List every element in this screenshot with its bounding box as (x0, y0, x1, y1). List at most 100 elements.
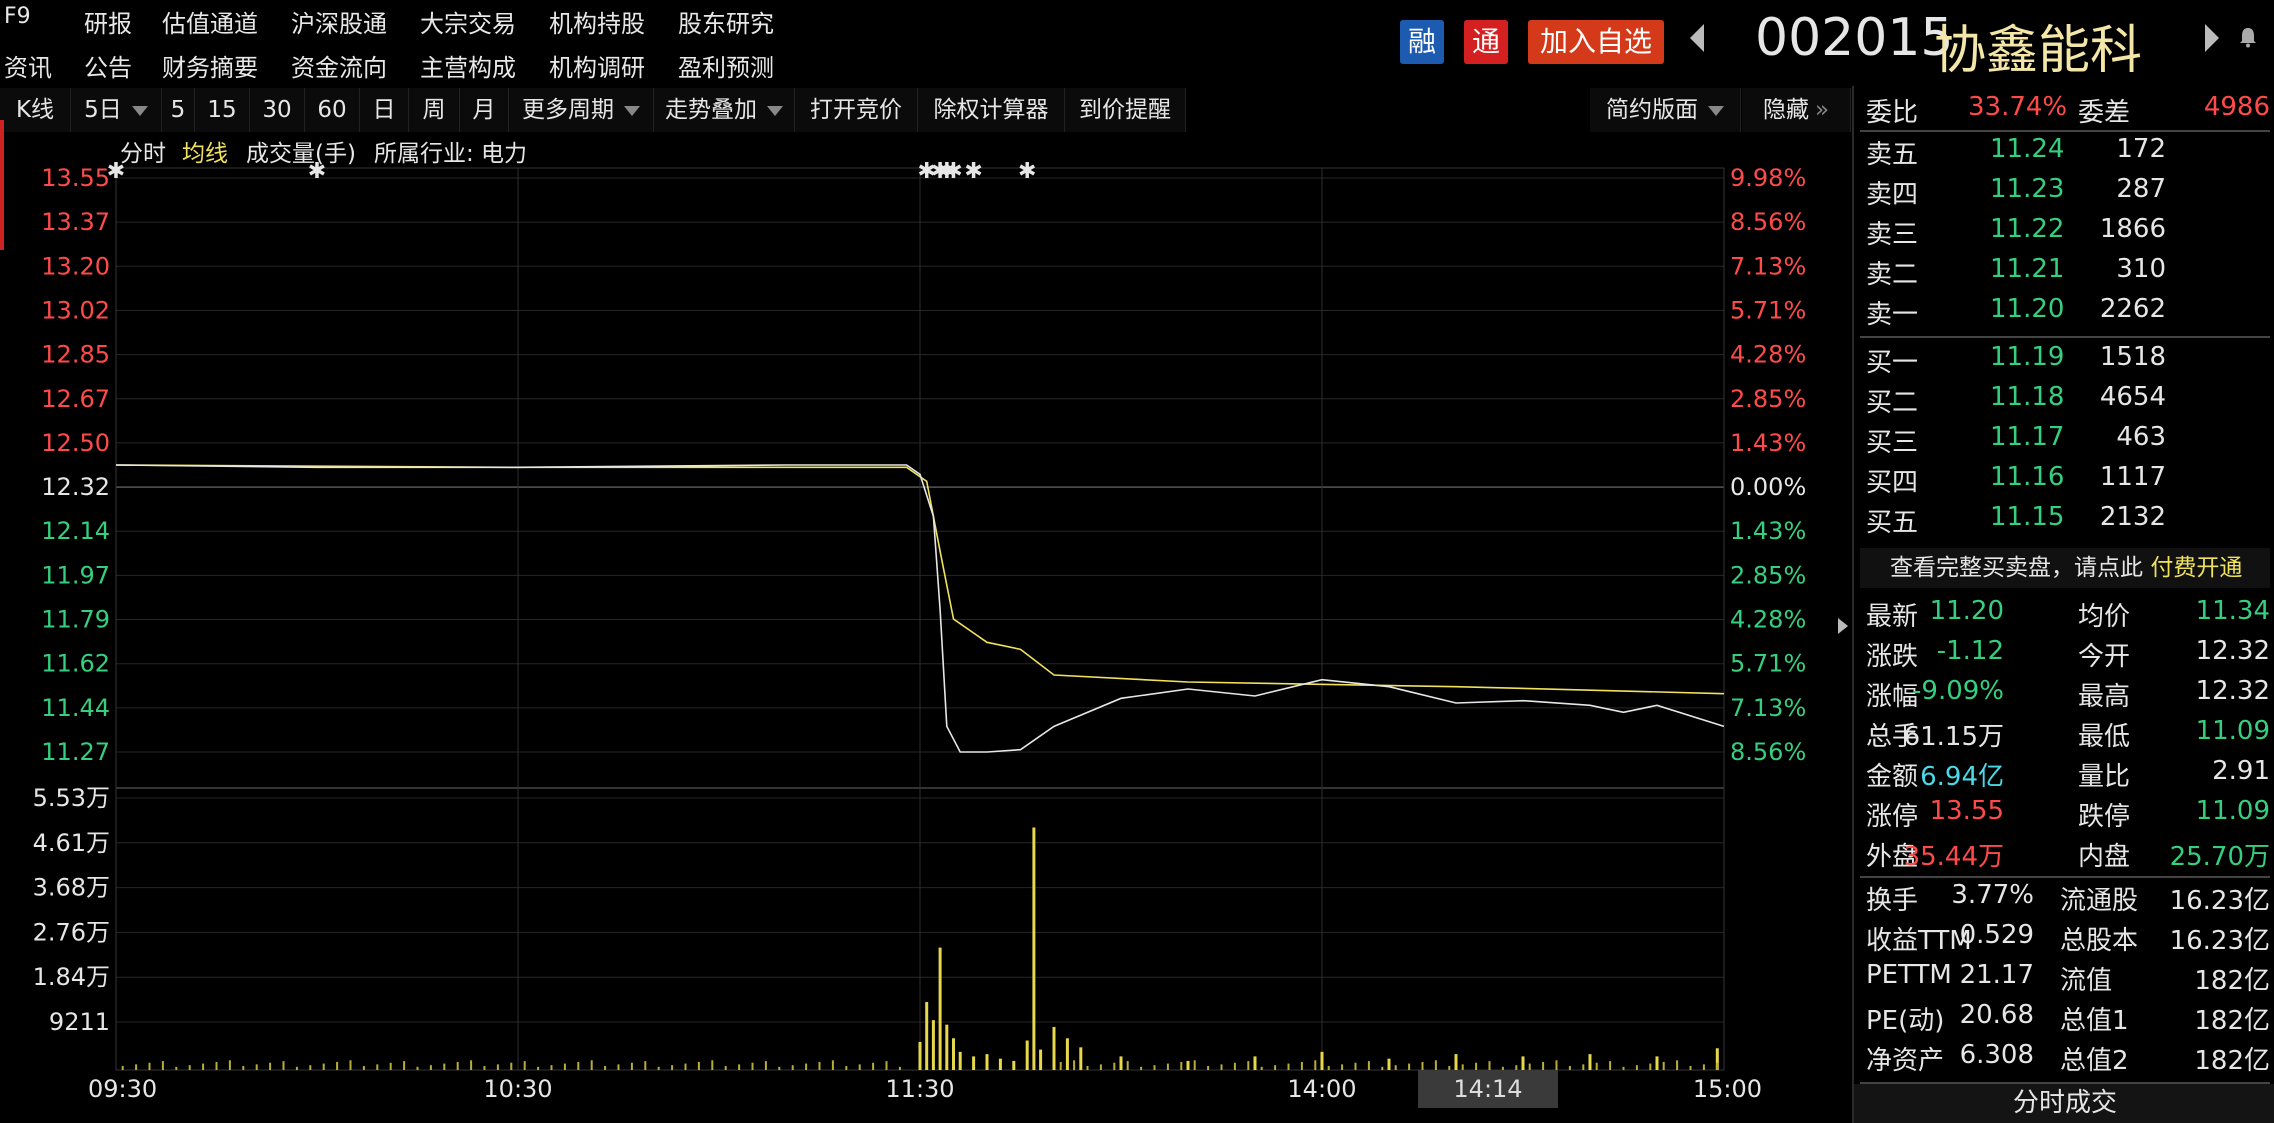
volume-tick-label: 5.53万 (33, 784, 110, 812)
ask-price: 11.20 (1990, 294, 2065, 324)
stat-label: 最新 (1866, 602, 1919, 632)
ask-row: 卖一 11.20 2262 (1864, 294, 2270, 334)
volume-bar (1555, 1060, 1558, 1070)
bid-row: 买五 11.15 2132 (1864, 502, 2270, 542)
volume-bar (1475, 1062, 1478, 1070)
percent-axis: 9.98% 8.56% 7.13% 5.71% 4.28% 2.85% 1.43% 0.00%… (1730, 164, 1806, 766)
percent-tick-label: 0.00% (1730, 473, 1806, 501)
volume-bar (1649, 1063, 1652, 1070)
stat-row: 总手 61.15万 最低 11.09 (1864, 716, 2270, 756)
volume-bar (1274, 1065, 1277, 1070)
volume-bar (1662, 1061, 1665, 1070)
stat-value: 11.20 (1929, 596, 2004, 626)
volume-bar (1300, 1061, 1303, 1070)
intraday-chart[interactable]: 13.55 13.37 13.20 13.02 12.85 12.67 12.50 12.32… (0, 0, 1852, 1123)
bid-row: 买二 11.18 4654 (1864, 382, 2270, 422)
volume-bar (483, 1066, 486, 1070)
fund-label: PETTM (1866, 960, 1952, 990)
volume-bar (1233, 1062, 1236, 1070)
volume-bar (938, 947, 942, 1070)
ask-volume: 310 (2116, 254, 2166, 284)
volume-bar (1521, 1056, 1525, 1070)
banner-text: 查看完整买卖盘，请点此 (1890, 555, 2143, 581)
stat-label: 均价 (2078, 602, 2131, 632)
volume-bar (998, 1058, 1002, 1070)
volume-bar (1702, 1064, 1705, 1070)
price-tick-label: 11.62 (41, 650, 110, 678)
stat-value: 6.94亿 (1920, 762, 2004, 792)
volume-bar (135, 1064, 138, 1070)
volume-bar (1461, 1064, 1464, 1070)
volume-bar (1381, 1066, 1384, 1070)
volume-bar (496, 1064, 499, 1070)
bid-volume: 463 (2116, 422, 2166, 452)
bid-level-label: 买二 (1866, 388, 1919, 418)
volume-bar (1387, 1058, 1391, 1070)
stat-value: 11.09 (2195, 716, 2270, 746)
ask-price: 11.24 (1990, 134, 2065, 164)
ask-volume: 172 (2116, 134, 2166, 164)
stat-label: 今开 (2078, 642, 2131, 672)
chart-grid (115, 167, 1725, 1071)
next-stock-icon[interactable] (2205, 24, 2219, 52)
stat-value: 2.91 (2212, 756, 2270, 786)
volume-bar (1052, 1026, 1056, 1070)
volume-bar (831, 1060, 834, 1070)
percent-tick-label: 5.71% (1730, 296, 1806, 324)
fund-label: 总股本 (2060, 926, 2139, 956)
weibi-label: 委比 (1866, 98, 1919, 128)
bid-price: 11.16 (1990, 462, 2065, 492)
weicha-label: 委差 (2078, 98, 2131, 128)
volume-bar (1012, 1060, 1016, 1070)
tab-tick-trades[interactable]: 分时成交 (1854, 1084, 2274, 1123)
stat-label: 涨跌 (1866, 642, 1919, 672)
volume-bar (872, 1062, 875, 1070)
volume-bar (523, 1061, 526, 1070)
volume-bar (1253, 1056, 1257, 1070)
fund-value: 182亿 (2194, 966, 2270, 996)
stat-value: 11.09 (2195, 796, 2270, 826)
volume-bar (1314, 1060, 1317, 1070)
volume-bar (161, 1061, 164, 1070)
stat-label: 跌停 (2078, 802, 2131, 832)
fund-row: 换手 3.77% 流通股 16.23亿 (1864, 880, 2270, 920)
volume-bar (1501, 1066, 1504, 1070)
panel-toggle-icon[interactable] (1838, 618, 1848, 634)
ask-price: 11.22 (1990, 214, 2065, 244)
volume-bar (805, 1063, 808, 1070)
event-markers: ✱ ✱ ✱✱✱✱ ✱ ✱ (107, 159, 1037, 184)
pay-open-link[interactable]: 付费开通 (2150, 555, 2242, 581)
fund-row: 收益TTM 0.529 总股本 16.23亿 (1864, 920, 2270, 960)
volume-bar (931, 1020, 935, 1070)
volume-bar (630, 1062, 633, 1070)
bid-price: 11.19 (1990, 342, 2065, 372)
ask-row: 卖五 11.24 172 (1864, 134, 2270, 174)
price-tick-label: 13.37 (41, 208, 110, 236)
fund-label: 流通股 (2060, 886, 2139, 916)
fund-value: 182亿 (2194, 1006, 2270, 1036)
stat-value: -9.09% (1912, 676, 2004, 706)
volume-bar (1341, 1064, 1344, 1070)
stat-label: 最高 (2078, 682, 2131, 712)
stat-label: 量比 (2078, 762, 2131, 792)
bell-icon[interactable] (2238, 26, 2258, 48)
volume-bar (255, 1064, 258, 1070)
volume-bar (1434, 1060, 1437, 1070)
volume-bar (972, 1056, 976, 1070)
volume-bar (188, 1065, 191, 1070)
ask-volume: 287 (2116, 174, 2166, 204)
percent-tick-label: 1.43% (1730, 429, 1806, 457)
volume-bar (1247, 1061, 1250, 1070)
full-orderbook-banner[interactable]: 查看完整买卖盘，请点此 付费开通 (1860, 548, 2270, 588)
volume-bar (443, 1063, 446, 1070)
price-tick-label: 13.55 (41, 164, 110, 192)
crosshair-time: 14:14 (1453, 1075, 1522, 1103)
quote-panel: 委比 33.74% 委差 4986 卖五 11.24 172 卖四 11.23 287 卖三… (1852, 86, 2274, 1123)
volume-bar (577, 1061, 580, 1070)
volume-bar (1086, 1066, 1089, 1070)
fund-value: 16.23亿 (2169, 886, 2270, 916)
price-axis: 13.55 13.37 13.20 13.02 12.85 12.67 12.50 12.32… (41, 164, 110, 766)
volume-bar (1119, 1056, 1123, 1070)
stat-row: 涨跌 -1.12 今开 12.32 (1864, 636, 2270, 676)
fund-row: PETTM 21.17 流值 182亿 (1864, 960, 2270, 1000)
